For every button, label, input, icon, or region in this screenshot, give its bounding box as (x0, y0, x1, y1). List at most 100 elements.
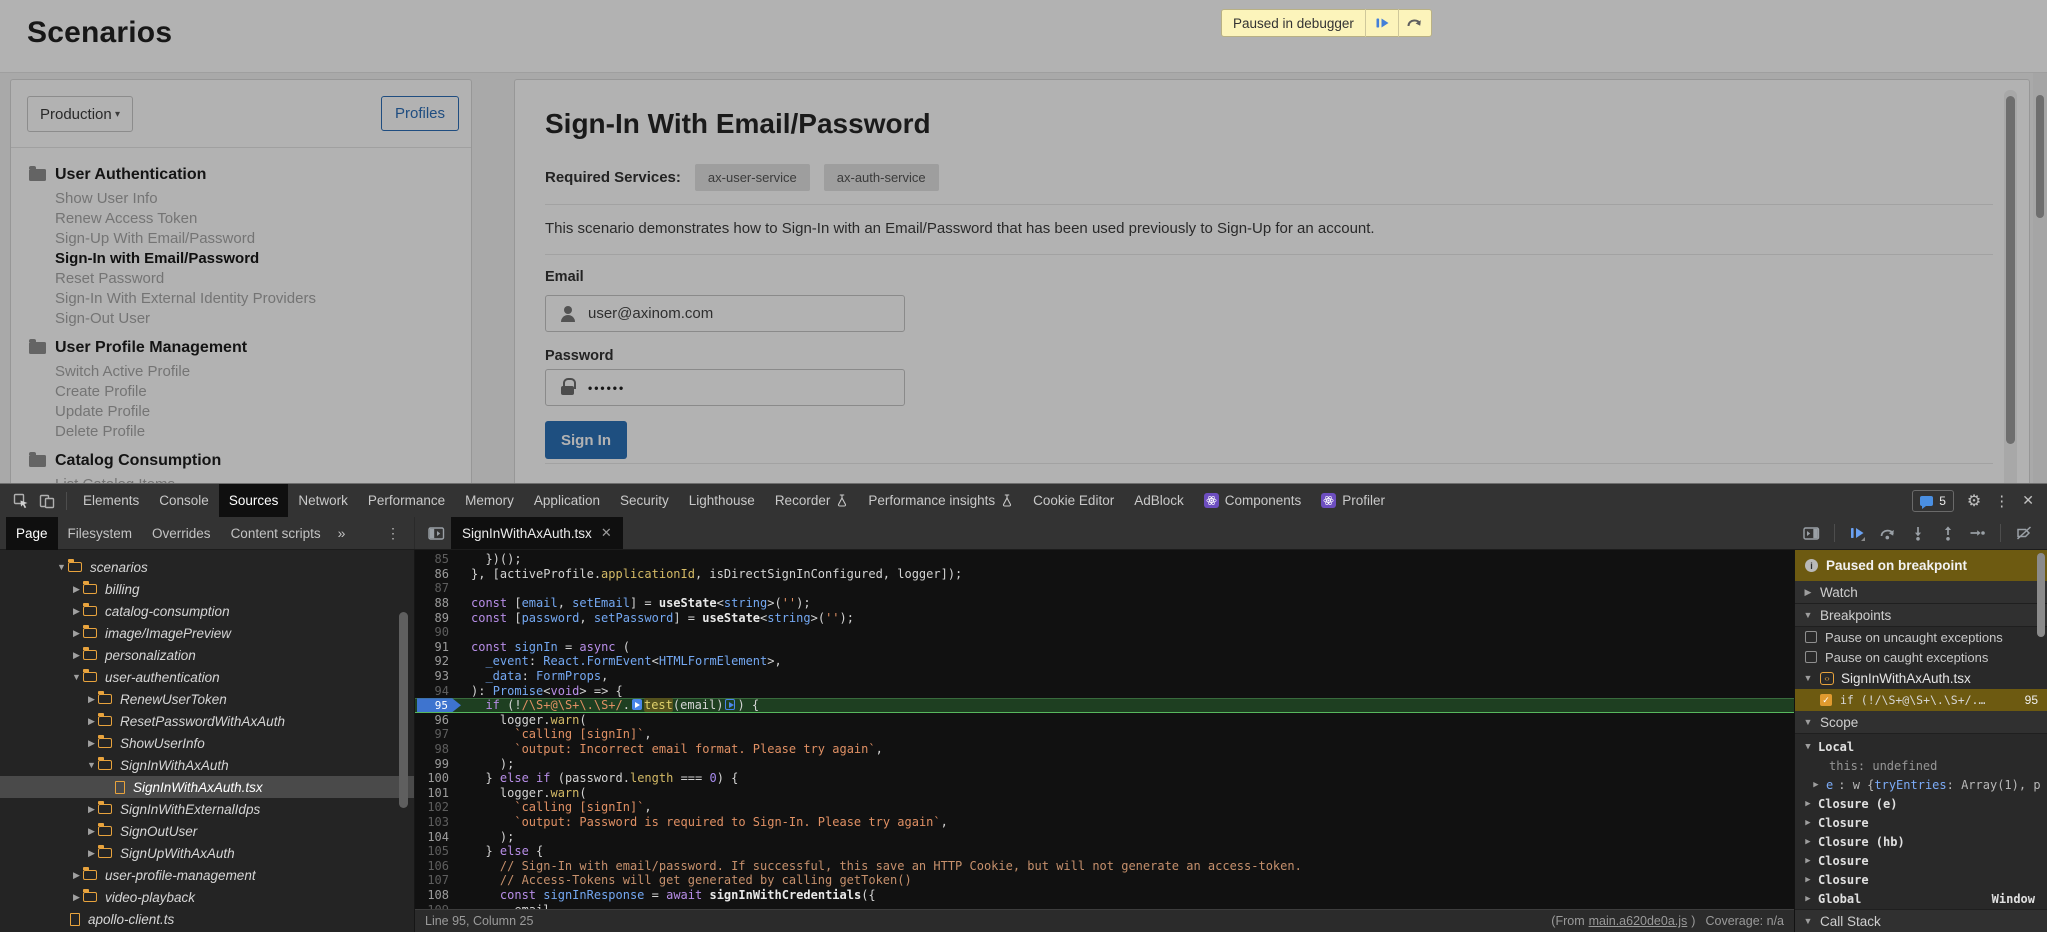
line-number[interactable]: 102 (415, 800, 461, 814)
line-number[interactable]: 89 (415, 611, 461, 625)
paused-line-marker[interactable]: 95 (415, 698, 461, 712)
deactivate-breakpoints-icon[interactable] (2010, 520, 2037, 547)
line-number[interactable]: 96 (415, 713, 461, 727)
tab-profiler[interactable]: Profiler (1311, 484, 1395, 517)
step-over-icon[interactable] (1874, 520, 1901, 547)
code-editor[interactable]: 85 })();86}, [activeProfile.applicationI… (415, 550, 1794, 909)
tab-application[interactable]: Application (524, 484, 610, 517)
line-number[interactable]: 100 (415, 771, 461, 785)
scope-variable-e[interactable]: ▶e: w {tryEntries: Array(1), p (1795, 775, 2047, 794)
tab-performance[interactable]: Performance (358, 484, 455, 517)
toggle-debugger-sidebar-icon[interactable] (1798, 520, 1825, 547)
issues-counter[interactable]: 5 (1912, 490, 1954, 512)
tab-recorder[interactable]: Recorder (765, 484, 859, 517)
code-line[interactable]: 98 `output: Incorrect email format. Plea… (415, 742, 1794, 757)
breakpoint-file-group[interactable]: ▼ ‹› SignInWithAxAuth.tsx (1795, 667, 2047, 689)
code-line[interactable]: 108 const signInResponse = await signInW… (415, 888, 1794, 903)
tree-folder-row[interactable]: ▶image/ImagePreview (0, 622, 414, 644)
pause-on-caught-exceptions[interactable]: Pause on caught exceptions (1795, 647, 2047, 667)
device-toolbar-icon[interactable] (34, 488, 60, 514)
tab-network[interactable]: Network (288, 484, 358, 517)
line-number[interactable]: 87 (415, 581, 461, 595)
code-line[interactable]: 92 _event: React.FormEvent<HTMLFormEleme… (415, 654, 1794, 669)
scope-closure[interactable]: ▶Closure (1795, 870, 2047, 889)
tree-folder-row[interactable]: ▶user-profile-management (0, 864, 414, 886)
scope-section-header[interactable]: ▼ Scope (1795, 711, 2047, 734)
tree-folder-row[interactable]: ▶ResetPasswordWithAxAuth (0, 710, 414, 732)
resume-script-icon[interactable] (1366, 9, 1398, 37)
scope-closure[interactable]: ▶Closure (e) (1795, 794, 2047, 813)
tree-folder-row[interactable]: ▶ShowUserInfo (0, 732, 414, 754)
inline-breakpoint-icon[interactable] (632, 699, 642, 710)
tree-folder-row[interactable]: ▶personalization (0, 644, 414, 666)
code-line[interactable]: 103 `output: Password is required to Sig… (415, 815, 1794, 830)
breakpoint-entry[interactable]: ✓ if (!/\S+@\S+\.\S+/.… 95 (1795, 689, 2047, 711)
step-over-icon[interactable] (1399, 9, 1431, 37)
breakpoints-section-header[interactable]: ▼ Breakpoints (1795, 604, 2047, 627)
line-number[interactable]: 103 (415, 815, 461, 829)
checkbox-checked[interactable]: ✓ (1820, 694, 1832, 706)
tree-folder-row[interactable]: ▼user-authentication (0, 666, 414, 688)
code-line[interactable]: 96 logger.warn( (415, 713, 1794, 728)
code-line[interactable]: 109 email, (415, 902, 1794, 909)
tab-memory[interactable]: Memory (455, 484, 524, 517)
tab-cookie-editor[interactable]: Cookie Editor (1023, 484, 1124, 517)
resume-script-execution-icon[interactable] (1844, 520, 1871, 547)
tab-console[interactable]: Console (149, 484, 219, 517)
tab-elements[interactable]: Elements (73, 484, 149, 517)
scope-closure[interactable]: ▶Closure (1795, 813, 2047, 832)
tree-folder-row[interactable]: ▶video-playback (0, 886, 414, 908)
code-line[interactable]: 106 // Sign-In with email/password. If s… (415, 858, 1794, 873)
code-line[interactable]: 91const signIn = async ( (415, 640, 1794, 655)
tab-components[interactable]: Components (1194, 484, 1312, 517)
line-number[interactable]: 99 (415, 757, 461, 771)
tab-adblock[interactable]: AdBlock (1124, 484, 1194, 517)
navigator-tab-overrides[interactable]: Overrides (142, 517, 221, 550)
tree-folder-row[interactable]: ▼SignInWithAxAuth (0, 754, 414, 776)
step-into-icon[interactable] (1904, 520, 1931, 547)
close-tab-icon[interactable]: ✕ (601, 525, 612, 541)
navigator-kebab-icon[interactable]: ⋮ (386, 525, 400, 542)
code-line[interactable]: 88const [email, setEmail] = useState<str… (415, 596, 1794, 611)
more-tabs-icon[interactable]: » (331, 525, 353, 541)
step-out-icon[interactable] (1934, 520, 1961, 547)
line-number[interactable]: 104 (415, 830, 461, 844)
step-icon[interactable] (1964, 520, 1991, 547)
line-number[interactable]: 92 (415, 654, 461, 668)
line-number[interactable]: 88 (415, 596, 461, 610)
tree-file-row[interactable]: apollo-client.ts (0, 908, 414, 930)
pause-on-uncaught-exceptions[interactable]: Pause on uncaught exceptions (1795, 627, 2047, 647)
code-line[interactable]: 101 logger.warn( (415, 786, 1794, 801)
code-line[interactable]: 94): Promise<void> => { (415, 683, 1794, 698)
line-number[interactable]: 107 (415, 873, 461, 887)
checkbox-unchecked[interactable] (1805, 631, 1817, 643)
tree-folder-row[interactable]: ▶SignUpWithAxAuth (0, 842, 414, 864)
editor-tab[interactable]: SignInWithAxAuth.tsx ✕ (451, 517, 623, 549)
tab-lighthouse[interactable]: Lighthouse (679, 484, 765, 517)
scope-local[interactable]: ▼Local (1795, 737, 2047, 756)
code-line[interactable]: 89const [password, setPassword] = useSta… (415, 610, 1794, 625)
kebab-menu-icon[interactable]: ⋮ (1994, 492, 2009, 510)
navigator-tab-content-scripts[interactable]: Content scripts (221, 517, 331, 550)
sidebar-scrollbar-thumb[interactable] (2037, 553, 2045, 637)
close-icon[interactable]: ✕ (2022, 492, 2034, 509)
line-number[interactable]: 106 (415, 859, 461, 873)
code-line[interactable]: 87 (415, 581, 1794, 596)
line-number[interactable]: 97 (415, 727, 461, 741)
code-line[interactable]: 104 ); (415, 829, 1794, 844)
tree-folder-row[interactable]: ▼scenarios (0, 556, 414, 578)
watch-section-header[interactable]: ▶ Watch (1795, 581, 2047, 604)
call-stack-section-header[interactable]: ▼ Call Stack (1795, 909, 2047, 932)
scope-global[interactable]: ▶GlobalWindow (1795, 889, 2047, 908)
tab-performance-insights[interactable]: Performance insights (858, 484, 1023, 517)
sourcemap-link[interactable]: main.a620de0a.js (1589, 914, 1688, 928)
inline-breakpoint-icon[interactable] (725, 699, 735, 710)
code-line[interactable]: 85 })(); (415, 552, 1794, 567)
line-number[interactable]: 93 (415, 669, 461, 683)
tab-sources[interactable]: Sources (219, 484, 289, 517)
navigator-tab-page[interactable]: Page (6, 517, 58, 550)
code-line[interactable]: 99 ); (415, 756, 1794, 771)
navigator-tab-filesystem[interactable]: Filesystem (58, 517, 143, 550)
tree-folder-row[interactable]: ▶RenewUserToken (0, 688, 414, 710)
code-line[interactable]: 86}, [activeProfile.applicationId, isDir… (415, 567, 1794, 582)
